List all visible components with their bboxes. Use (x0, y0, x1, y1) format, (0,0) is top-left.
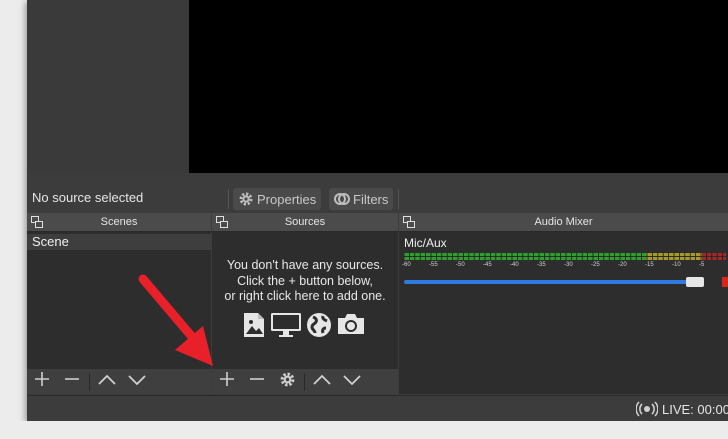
gear-icon (238, 191, 254, 207)
audio-mixer-header: Audio Mixer (399, 213, 728, 232)
toolbar-divider (304, 372, 305, 391)
filters-button[interactable]: Filters (329, 188, 394, 210)
meter-scale-label: -15 (645, 262, 654, 268)
list-item[interactable]: Scene (27, 234, 211, 250)
meter-scale: -60 -55 -50 -45 -40 -35 -30 -25 -20 -15 -10 -5 (399, 262, 728, 272)
empty-line: Click the + button below, (237, 273, 373, 288)
scenes-toolbar (27, 369, 211, 394)
context-divider (228, 189, 229, 209)
sources-dock: Sources You don't have any sources. Clic… (212, 213, 398, 394)
remove-source-button[interactable] (242, 369, 272, 394)
add-source-button[interactable] (212, 369, 242, 394)
status-bar: LIVE: 00:00 (27, 395, 728, 421)
undock-icon[interactable] (31, 216, 43, 228)
empty-line: You don't have any sources. (226, 258, 384, 272)
empty-line: or right click here to add one. (224, 289, 386, 303)
audio-mixer-title: Audio Mixer (534, 216, 593, 228)
meter-scale-label: -20 (618, 262, 627, 268)
move-source-up-button[interactable] (307, 369, 337, 394)
mixer-channel-name: Mic/Aux (404, 236, 447, 250)
filters-label: Filters (353, 191, 389, 207)
meter-scale-label: -30 (564, 262, 573, 268)
scenes-dock: Scenes Scene (27, 213, 211, 394)
preview-left-area (27, 0, 189, 173)
sources-empty-message: You don't have any sources. Click the + … (212, 258, 398, 305)
undock-icon[interactable] (216, 216, 228, 228)
sources-toolbar (212, 369, 398, 394)
properties-label: Properties (257, 191, 317, 207)
chevron-down-icon (128, 373, 146, 391)
meter-scale-label: -50 (456, 262, 465, 268)
source-properties-button[interactable] (272, 369, 302, 394)
minus-icon (64, 371, 80, 392)
plus-icon (34, 371, 50, 392)
meter-scale-label: -5 (699, 262, 705, 268)
properties-button[interactable]: Properties (233, 188, 322, 210)
page-background-strip (0, 421, 728, 439)
meter-scale-label: -25 (591, 262, 600, 268)
scenes-dock-header: Scenes (27, 213, 211, 232)
sources-list[interactable]: You don't have any sources. Click the + … (212, 232, 398, 369)
meter-scale-label: -55 (429, 262, 438, 268)
scenes-list[interactable]: Scene (27, 232, 211, 369)
broadcast-icon (635, 401, 659, 422)
audio-mixer-dock: Audio Mixer Mic/Aux -60 -55 -50 -45 -40 -35 -3… (399, 213, 728, 394)
volume-meter (404, 253, 726, 260)
meter-scale-label: -40 (510, 262, 519, 268)
mute-toggle[interactable] (722, 277, 728, 287)
context-bar: No source selected Properties Filters (27, 184, 728, 213)
chevron-down-icon (343, 373, 361, 391)
program-preview[interactable] (189, 0, 728, 173)
move-scene-up-button[interactable] (92, 369, 122, 394)
meter-scale-label: -60 (402, 262, 411, 268)
no-source-label: No source selected (32, 190, 144, 205)
minus-icon (249, 371, 265, 392)
plus-icon (219, 371, 235, 392)
mixer-body: Mic/Aux -60 -55 -50 -45 -40 -35 -30 -25 -20 -15 -1… (399, 232, 728, 394)
live-timer: LIVE: 00:00 (662, 402, 728, 417)
gear-icon (279, 371, 296, 393)
move-scene-down-button[interactable] (122, 369, 152, 394)
meter-scale-label: -10 (672, 262, 681, 268)
move-source-down-button[interactable] (337, 369, 367, 394)
chevron-up-icon (313, 373, 331, 391)
toolbar-divider (89, 372, 90, 391)
obs-window: No source selected Properties Filters Sc… (27, 0, 728, 421)
image-icon (242, 312, 266, 343)
meter-scale-label: -45 (483, 262, 492, 268)
volume-slider[interactable] (404, 280, 704, 284)
sources-dock-header: Sources (212, 213, 398, 232)
meter-scale-label: -35 (537, 262, 546, 268)
remove-scene-button[interactable] (57, 369, 87, 394)
add-scene-button[interactable] (27, 369, 57, 394)
source-type-icons (242, 312, 366, 343)
context-divider (398, 189, 399, 209)
sources-title: Sources (284, 216, 326, 228)
globe-icon (306, 312, 332, 343)
volume-slider-handle[interactable] (686, 277, 704, 287)
chevron-up-icon (98, 373, 116, 391)
filters-icon (334, 191, 350, 207)
monitor-icon (270, 312, 302, 343)
undock-icon[interactable] (403, 216, 415, 228)
scenes-title: Scenes (100, 216, 138, 228)
camera-icon (336, 312, 366, 343)
